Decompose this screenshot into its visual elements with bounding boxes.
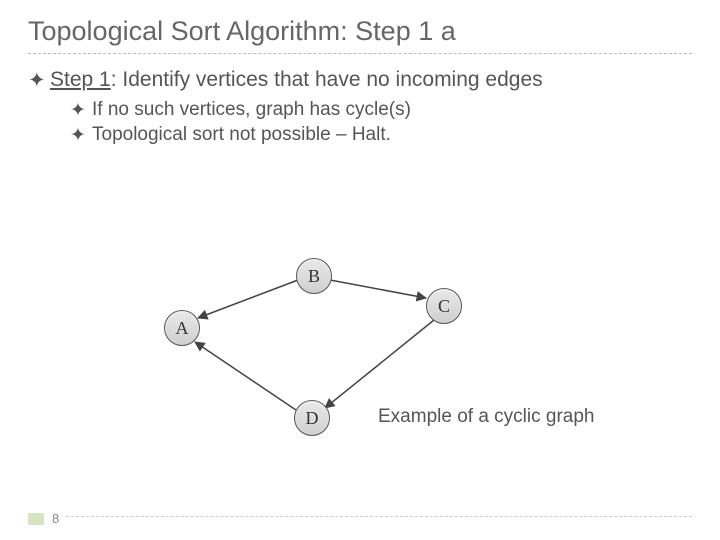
bullet-level2: ✦ If no such vertices, graph has cycle(s… [70, 99, 692, 122]
page-title: Topological Sort Algorithm: Step 1 a [28, 16, 692, 47]
sub-item-text: If no such vertices, graph has cycle(s) [92, 99, 411, 121]
sub-list: ✦ If no such vertices, graph has cycle(s… [70, 99, 692, 147]
page-number: 8 [52, 511, 59, 526]
footer-divider [66, 516, 692, 517]
sub-item-text: Topological sort not possible – Halt. [92, 124, 391, 146]
footer: 8 [28, 511, 59, 526]
step-line: Step 1: Identify vertices that have no i… [50, 68, 543, 92]
diagram-caption: Example of a cyclic graph [378, 406, 595, 428]
bullet-icon: ✦ [70, 124, 84, 147]
step-label: Step 1 [50, 68, 111, 91]
graph-node-d: D [294, 400, 330, 436]
graph-node-a: A [164, 310, 200, 346]
bullet-level2: ✦ Topological sort not possible – Halt. [70, 124, 692, 147]
bullet-icon: ✦ [70, 99, 84, 122]
graph-diagram: A B C D Example of a cyclic graph [0, 250, 720, 460]
bullet-level1: ✦ Step 1: Identify vertices that have no… [28, 68, 692, 93]
body: ✦ Step 1: Identify vertices that have no… [28, 68, 692, 147]
bullet-icon: ✦ [28, 68, 42, 93]
graph-node-b: B [296, 258, 332, 294]
graph-edges [0, 250, 720, 460]
slide: Topological Sort Algorithm: Step 1 a ✦ S… [0, 0, 720, 540]
title-divider [28, 53, 692, 54]
graph-node-c: C [426, 288, 462, 324]
step-text: : Identify vertices that have no incomin… [111, 68, 543, 91]
footer-accent [28, 513, 44, 525]
